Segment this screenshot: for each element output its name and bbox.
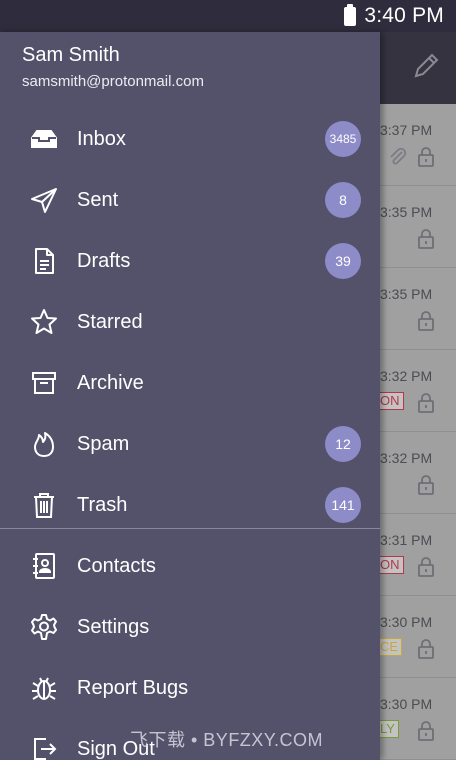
nav-item-sent[interactable]: Sent 8 xyxy=(0,170,380,230)
unread-badge: 3485 xyxy=(325,121,361,157)
nav-item-report-bugs[interactable]: Report Bugs xyxy=(0,658,380,718)
nav-label: Spam xyxy=(77,432,130,455)
trash-icon xyxy=(30,491,58,519)
list-item[interactable]: 3:31 PM ON xyxy=(376,514,456,596)
status-bar: 3:40 PM xyxy=(0,0,456,32)
list-item[interactable]: 3:30 PM CE xyxy=(376,596,456,678)
nav-item-drafts[interactable]: Drafts 39 xyxy=(0,231,380,291)
lock-icon xyxy=(416,556,436,578)
draft-icon xyxy=(30,247,58,275)
list-item[interactable]: 3:32 PM xyxy=(380,432,456,514)
nav-label: Contacts xyxy=(77,554,156,577)
nav-item-inbox[interactable]: Inbox 3485 xyxy=(0,109,380,169)
message-time: 3:30 PM xyxy=(380,696,433,712)
lock-icon xyxy=(416,474,436,496)
contacts-icon xyxy=(30,552,58,580)
lock-icon xyxy=(416,392,436,414)
lock-icon xyxy=(416,720,436,742)
account-header[interactable]: Sam Smith samsmith@protonmail.com xyxy=(22,44,204,90)
message-time: 3:37 PM xyxy=(380,122,433,138)
sign-out-icon xyxy=(30,735,58,760)
unread-badge: 8 xyxy=(325,182,361,218)
list-item[interactable]: 3:32 PM ON xyxy=(376,350,456,432)
message-time: 3:32 PM xyxy=(380,368,433,384)
bug-icon xyxy=(30,674,58,702)
list-item[interactable]: 3:35 PM xyxy=(380,186,456,268)
battery-icon xyxy=(344,3,357,26)
account-email: samsmith@protonmail.com xyxy=(22,73,204,90)
nav-item-archive[interactable]: Archive xyxy=(0,353,380,413)
list-item[interactable]: 3:35 PM xyxy=(380,268,456,350)
nav-item-contacts[interactable]: Contacts xyxy=(0,536,380,596)
star-icon xyxy=(30,308,58,336)
lock-icon xyxy=(416,638,436,660)
nav-label: Sent xyxy=(77,188,119,211)
message-time: 3:30 PM xyxy=(380,614,433,630)
watermark: 飞下载 • BYFZXY.COM xyxy=(130,730,323,750)
navigation-drawer: Sam Smith samsmith@protonmail.com Inbox … xyxy=(0,32,380,760)
gear-icon xyxy=(30,613,58,641)
list-item[interactable]: 3:37 PM xyxy=(380,104,456,186)
nav-label: Archive xyxy=(77,371,144,394)
message-time: 3:32 PM xyxy=(380,450,433,466)
nav-item-spam[interactable]: Spam 12 xyxy=(0,414,380,474)
nav-label: Starred xyxy=(77,310,143,333)
nav-label: Trash xyxy=(77,493,128,516)
status-time: 3:40 PM xyxy=(364,4,444,27)
account-name: Sam Smith xyxy=(22,44,120,66)
message-time: 3:31 PM xyxy=(380,532,433,548)
nav-item-starred[interactable]: Starred xyxy=(0,292,380,352)
lock-icon xyxy=(416,228,436,250)
nav-item-settings[interactable]: Settings xyxy=(0,597,380,657)
message-time: 3:35 PM xyxy=(380,286,433,302)
archive-icon xyxy=(30,369,58,397)
flame-icon xyxy=(30,430,58,458)
divider xyxy=(0,528,380,529)
send-icon xyxy=(30,186,58,214)
list-item[interactable]: 3:30 PM LY xyxy=(376,678,456,760)
label-tag: ON xyxy=(376,392,404,410)
mail-list: 3:37 PM 3:35 PM 3:35 PM 3:32 PM ON 3:32 … xyxy=(376,104,456,760)
unread-badge: 141 xyxy=(325,487,361,523)
inbox-icon xyxy=(30,125,58,153)
paperclip-icon xyxy=(386,146,408,168)
nav-label: Inbox xyxy=(77,127,126,150)
unread-badge: 12 xyxy=(325,426,361,462)
nav-item-trash[interactable]: Trash 141 xyxy=(0,475,380,535)
nav-label: Settings xyxy=(77,615,150,638)
pencil-icon[interactable] xyxy=(410,50,442,82)
nav-label: Report Bugs xyxy=(77,676,189,699)
message-time: 3:35 PM xyxy=(380,204,433,220)
lock-icon xyxy=(416,310,436,332)
label-tag: ON xyxy=(376,556,404,574)
nav-label: Drafts xyxy=(77,249,131,272)
lock-icon xyxy=(416,146,436,168)
unread-badge: 39 xyxy=(325,243,361,279)
